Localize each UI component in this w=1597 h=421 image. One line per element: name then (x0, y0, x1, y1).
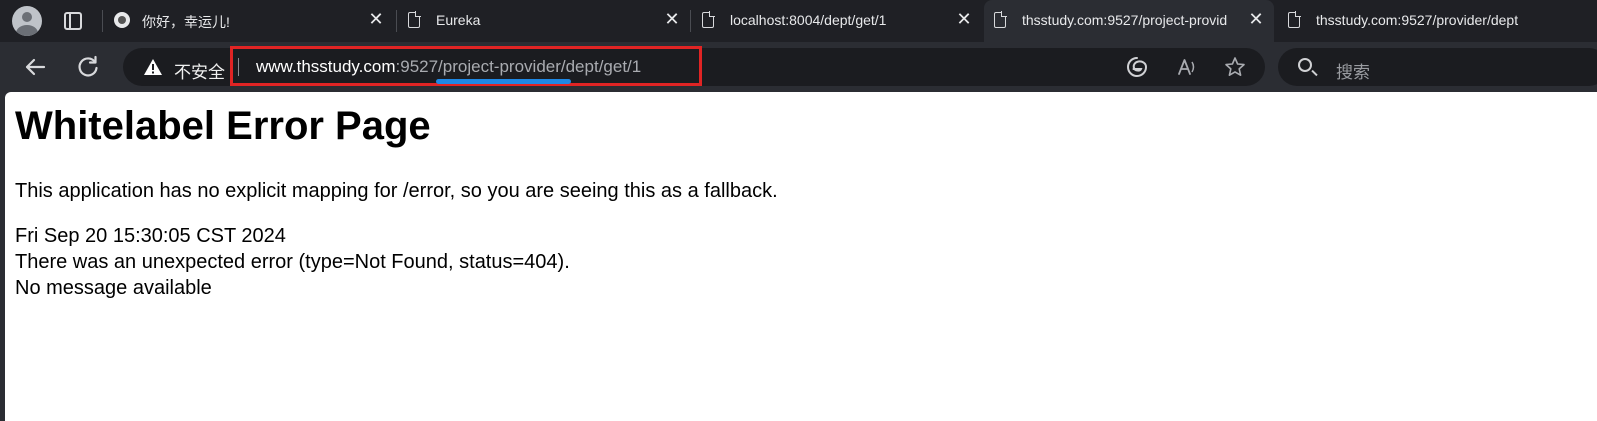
tab-bar: 你好，幸运儿! ✕ Eureka ✕ localhost:8004/dept/g… (0, 0, 1597, 42)
close-icon[interactable]: ✕ (1248, 10, 1264, 28)
close-icon[interactable]: ✕ (664, 10, 680, 28)
tab-localhost[interactable]: localhost:8004/dept/get/1 ✕ (692, 0, 982, 42)
tab-title: Eureka (436, 12, 481, 28)
tab-eureka[interactable]: Eureka ✕ (398, 0, 688, 42)
error-status: There was an unexpected error (type=Not … (15, 251, 570, 273)
round-avatar-icon (114, 12, 130, 28)
search-input[interactable]: 搜索 (1336, 58, 1370, 83)
tab-active-project-provider[interactable]: thsstudy.com:9527/project-provid ✕ (984, 0, 1274, 42)
address-bar[interactable]: 不安全 www.thsstudy.com:9527/project-provid… (123, 46, 1265, 86)
document-icon (408, 11, 421, 28)
page-content: Whitelabel Error Page This application h… (5, 92, 1597, 421)
tab-actions-icon[interactable] (64, 12, 82, 30)
search-icon (1298, 58, 1312, 72)
tab-title: thsstudy.com:9527/provider/dept (1316, 12, 1519, 28)
document-icon (994, 11, 1007, 28)
document-icon (702, 11, 715, 28)
tab-title: localhost:8004/dept/get/1 (730, 12, 887, 28)
edge-logo-icon[interactable] (1126, 56, 1148, 78)
tab-title: thsstudy.com:9527/project-provid (1022, 12, 1228, 28)
browser-toolbar: 不安全 www.thsstudy.com:9527/project-provid… (0, 42, 1597, 92)
error-description: This application has no explicit mapping… (15, 180, 778, 202)
url-path-underline (436, 79, 571, 84)
tab-title: 你好，幸运儿! (142, 14, 230, 30)
tab-separator (102, 10, 103, 32)
not-secure-label[interactable]: 不安全 (174, 58, 225, 83)
read-aloud-icon[interactable] (1176, 56, 1198, 78)
profile-avatar-icon[interactable] (12, 6, 42, 36)
document-icon (1288, 11, 1301, 28)
refresh-icon[interactable] (73, 52, 103, 82)
back-arrow-icon[interactable] (20, 52, 50, 82)
tab-separator (396, 10, 397, 32)
tab-provider-dept[interactable]: thsstudy.com:9527/provider/dept (1278, 0, 1597, 42)
close-icon[interactable]: ✕ (368, 10, 384, 28)
error-detail: No message available (15, 277, 212, 299)
favorite-star-icon[interactable] (1224, 56, 1246, 78)
tab-separator (690, 10, 691, 32)
error-timestamp: Fri Sep 20 15:30:05 CST 2024 (15, 225, 286, 247)
page-title: Whitelabel Error Page (15, 104, 431, 148)
warning-icon[interactable] (143, 58, 163, 76)
tab-welcome[interactable]: 你好，幸运儿! ✕ (104, 0, 394, 42)
search-box[interactable]: 搜索 (1278, 48, 1597, 86)
close-icon[interactable]: ✕ (956, 10, 972, 28)
